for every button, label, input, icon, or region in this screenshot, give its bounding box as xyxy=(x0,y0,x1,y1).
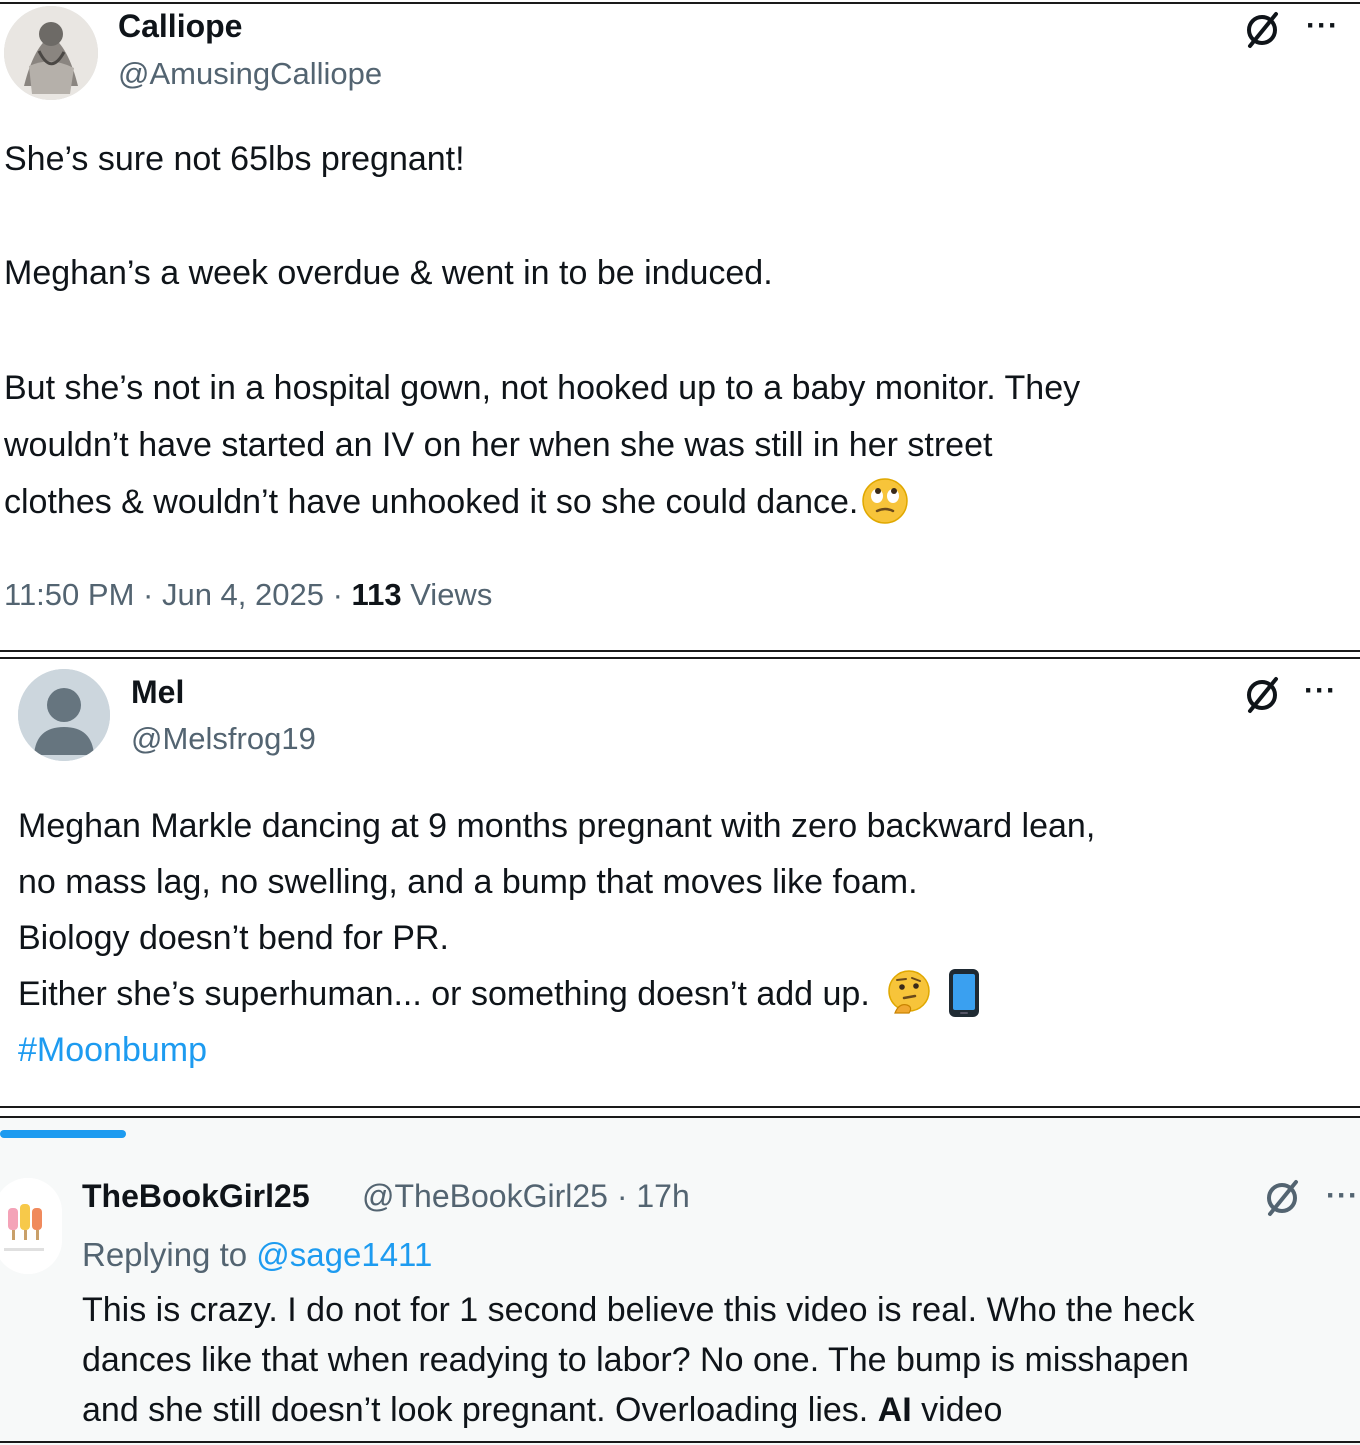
author-name[interactable]: Mel xyxy=(131,674,184,711)
tweet-text-line: dances like that when readying to labor?… xyxy=(82,1341,1189,1379)
divider xyxy=(0,650,1360,652)
replying-label: Replying to xyxy=(82,1236,248,1273)
author-handle[interactable]: @TheBookGirl25 xyxy=(362,1178,608,1214)
replying-to: Replying to @sage1411 xyxy=(82,1236,432,1274)
tweet-text-line: She’s sure not 65lbs pregnant! xyxy=(4,140,465,178)
avatar[interactable] xyxy=(4,6,98,100)
author-name[interactable]: Calliope xyxy=(118,8,242,45)
tweet-text-line: This is crazy. I do not for 1 second bel… xyxy=(82,1291,1195,1329)
tweet-text-line: Meghan Markle dancing at 9 months pregna… xyxy=(18,807,1096,845)
avatar[interactable] xyxy=(18,669,110,761)
tweet-text-line: Meghan’s a week overdue & went in to be … xyxy=(4,254,773,292)
tweet-mel: Mel @Melsfrog19 ··· Meghan Markle dancin… xyxy=(0,657,1360,1108)
tweet-date[interactable]: Jun 4, 2025 xyxy=(162,577,324,612)
tweet-text-line: Biology doesn’t bend for PR. xyxy=(18,919,449,957)
tweet-text-line: no mass lag, no swelling, and a bump tha… xyxy=(18,863,918,901)
replying-to-link[interactable]: @sage1411 xyxy=(256,1236,432,1273)
author-handle[interactable]: @Melsfrog19 xyxy=(131,721,316,757)
tweet-text-line: and she still doesn’t look pregnant. Ove… xyxy=(82,1385,1002,1435)
tweet-meta: 11:50 PM · Jun 4, 2025 · 113 Views xyxy=(4,577,493,612)
tweet-text-line: Either she’s superhuman... or something … xyxy=(18,966,981,1023)
mobile-phone-emoji-icon xyxy=(948,969,979,1018)
divider xyxy=(0,1106,1360,1108)
author-name[interactable]: TheBookGirl25 xyxy=(82,1178,310,1215)
grok-icon[interactable] xyxy=(1242,675,1282,715)
views-count: 113 xyxy=(351,577,402,612)
hashtag-link[interactable]: #Moonbump xyxy=(18,1022,207,1079)
frame-bottom-border xyxy=(0,1441,1360,1443)
rolling-eyes-emoji-icon xyxy=(862,478,909,524)
tweet-text-line: wouldn’t have started an IV on her when … xyxy=(4,426,993,464)
grok-icon[interactable] xyxy=(1262,1178,1302,1218)
tweet-calliope: Calliope @AmusingCalliope ··· She’s sure… xyxy=(0,2,1360,654)
tweet-text: Either she’s superhuman... or something … xyxy=(18,975,870,1013)
tweet-text: clothes & wouldn’t have unhooked it so s… xyxy=(4,483,859,521)
more-icon[interactable]: ··· xyxy=(1306,11,1339,41)
thinking-face-emoji-icon xyxy=(888,970,930,1014)
tweet-text-line: clothes & wouldn’t have unhooked it so s… xyxy=(4,474,910,531)
author-handle-and-age: @TheBookGirl25 · 17h xyxy=(362,1178,690,1214)
avatar[interactable] xyxy=(0,1178,62,1274)
grok-icon[interactable] xyxy=(1242,10,1282,50)
tweet-text: video xyxy=(921,1391,1003,1429)
progress-bar xyxy=(0,1130,126,1138)
tweet-age[interactable]: 17h xyxy=(636,1178,689,1214)
more-icon[interactable]: ··· xyxy=(1326,1181,1359,1211)
views-label: Views xyxy=(410,577,493,612)
tweet-time[interactable]: 11:50 PM xyxy=(4,577,134,612)
tweet-thebookgirl25: TheBookGirl25 @TheBookGirl25 · 17h ··· R… xyxy=(0,1116,1360,1445)
tweet-text: and she still doesn’t look pregnant. Ove… xyxy=(82,1391,869,1429)
more-icon[interactable]: ··· xyxy=(1304,676,1337,706)
tweet-text-bold: AI xyxy=(877,1391,912,1429)
author-handle[interactable]: @AmusingCalliope xyxy=(118,56,382,92)
tweet-text-line: But she’s not in a hospital gown, not ho… xyxy=(4,369,1081,407)
